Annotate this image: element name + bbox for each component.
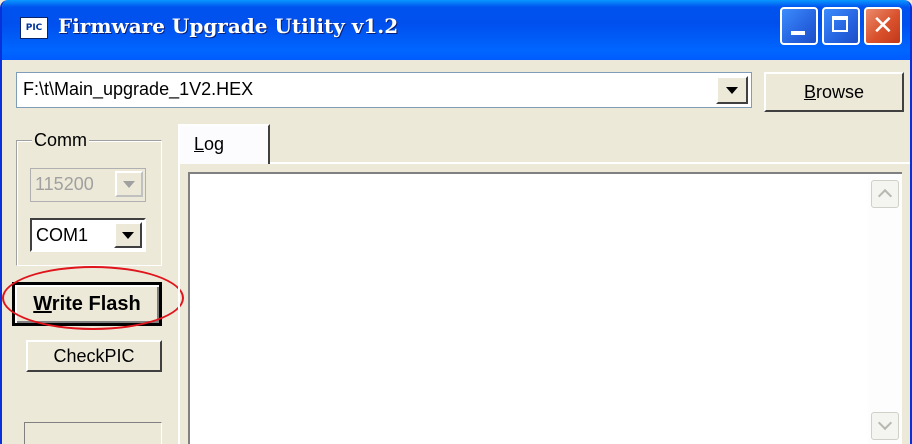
comm-group-label: Comm xyxy=(32,130,89,151)
close-button[interactable]: ✕ xyxy=(864,7,902,45)
maximize-button[interactable] xyxy=(822,7,860,45)
log-vertical-scrollbar[interactable] xyxy=(868,174,902,444)
title-bar[interactable]: PIC Firmware Upgrade Utility v1.2 ✕ xyxy=(2,0,910,60)
tab-strip-line xyxy=(270,162,910,164)
minimize-button[interactable] xyxy=(780,7,818,45)
log-textarea[interactable] xyxy=(188,172,902,444)
chevron-down-icon xyxy=(123,181,135,188)
browse-button[interactable]: Browse xyxy=(764,72,904,112)
file-path-dropdown-button[interactable] xyxy=(716,76,748,104)
chevron-down-icon xyxy=(877,415,893,431)
minimize-icon xyxy=(791,31,805,35)
chevron-down-icon xyxy=(122,232,134,239)
tab-log[interactable]: Log xyxy=(178,124,270,164)
log-tab-label-rest: og xyxy=(204,134,225,154)
scroll-up-button[interactable] xyxy=(871,180,899,208)
com-port-select[interactable]: COM1 xyxy=(30,218,146,252)
baud-rate-dropdown-button xyxy=(115,171,143,197)
browse-label-rest: rowse xyxy=(816,82,865,102)
status-panel xyxy=(24,422,162,444)
window-title: Firmware Upgrade Utility v1.2 xyxy=(58,14,399,38)
write-flash-label-rest: rite Flash xyxy=(51,293,141,315)
checkpic-button[interactable]: CheckPIC xyxy=(26,340,162,372)
log-tab-accel-key: L xyxy=(194,134,205,154)
chevron-down-icon xyxy=(726,87,738,94)
baud-rate-value: 115200 xyxy=(35,174,94,194)
pic-app-icon: PIC xyxy=(20,17,48,39)
scroll-down-button[interactable] xyxy=(871,412,899,440)
baud-rate-select: 115200 xyxy=(30,168,146,202)
com-port-value: COM1 xyxy=(36,225,89,245)
chevron-up-icon xyxy=(877,188,893,204)
file-path-combo[interactable]: F:\t\Main_upgrade_1V2.HEX xyxy=(16,72,752,108)
write-flash-accel-key: W xyxy=(33,293,52,315)
maximize-icon xyxy=(832,16,848,32)
file-path-value: F:\t\Main_upgrade_1V2.HEX xyxy=(23,79,254,99)
main-window: PIC Firmware Upgrade Utility v1.2 ✕ F:\t… xyxy=(0,0,912,444)
com-port-dropdown-button[interactable] xyxy=(114,222,142,248)
browse-accel-key: B xyxy=(803,82,816,102)
close-icon: ✕ xyxy=(872,11,894,41)
write-flash-button[interactable]: Write Flash xyxy=(12,282,162,326)
